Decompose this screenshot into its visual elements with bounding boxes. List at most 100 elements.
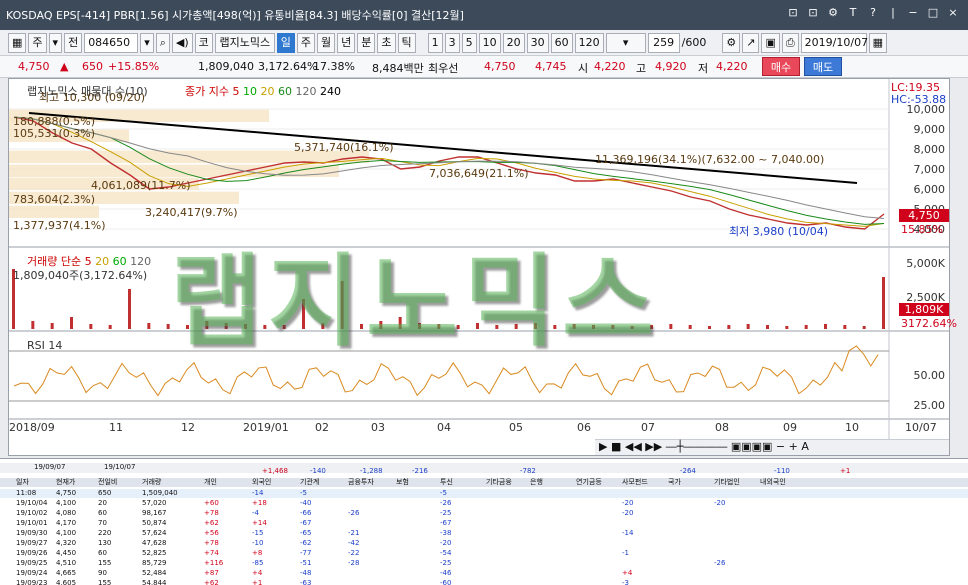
minimize-icon[interactable]: − [906,6,920,20]
minute-5[interactable]: 5 [461,32,477,53]
table-header-cell[interactable]: 기타금융 [486,478,512,487]
volume-tick-label: 5,000K [906,257,945,270]
calendar-icon[interactable]: ▦ [868,32,888,53]
period-tick[interactable]: 틱 [397,32,416,53]
table-cell: -28 [348,559,360,567]
legend-ma5: 종가 지수 5 [185,85,240,98]
print-icon[interactable]: ⎙ [781,32,799,53]
table-header-cell[interactable]: 내외국인 [760,478,786,487]
table-header-cell[interactable]: 투신 [440,478,453,487]
zoom-slider[interactable]: ―┼―――― [666,440,728,453]
market-select[interactable]: 주 [28,32,47,53]
volume-bar [862,326,866,329]
code-dropdown-icon[interactable]: ▾ [140,32,154,53]
table-row[interactable]: 19/09/24 4,665 90 52,484 +87 +4 -48 -46 +4 [0,569,968,578]
table-row[interactable]: 19/09/27 4,320 130 47,628 +78 -10 -62 -42 -20 [0,539,968,548]
table-cell: +78 [204,509,219,517]
table-header-cell[interactable]: 사모펀드 [622,478,648,487]
window-titlebar: KOSDAQ EPS[-414] PBR[1.56] 시가총액[498(억)] … [0,0,968,30]
table-row[interactable]: 19/10/04 4,100 20 57,020 +60 +18 -40 -26 -20 -20 [0,499,968,508]
table-header-cell[interactable]: 전일비 [98,478,117,487]
period-minute[interactable]: 분 [357,32,376,53]
minute-120[interactable]: 120 [574,32,604,53]
grid-icon[interactable]: ▦ [8,32,27,53]
next-icon[interactable]: ▶▶ [645,440,662,453]
link-icon[interactable]: ⊡ [786,6,800,20]
chevron-down-icon[interactable]: ▾ [48,32,63,53]
save-icon[interactable]: ▣ [761,32,780,53]
chart-annotation: 7,036,649(21.1%) [429,167,529,180]
minute-10[interactable]: 10 [478,32,501,53]
current-price: 4,750 [18,60,50,73]
text-icon[interactable]: T [846,6,860,20]
table-cell: -20 [622,499,634,507]
table-header-cell[interactable]: 금융투자 [348,478,374,487]
table-cell: 1,509,040 [142,489,178,497]
settings-icon[interactable]: ⚙ [826,6,840,20]
price-tick-label: 6,000 [914,183,946,196]
minute-3[interactable]: 3 [444,32,460,53]
prev-icon[interactable]: ◀◀ [625,440,642,453]
table-header-cell[interactable]: 기관계 [300,478,319,487]
table-header-cell[interactable]: 보험 [396,478,409,487]
period-year[interactable]: 년 [337,32,356,53]
minute-30[interactable]: 30 [526,32,549,53]
period-day[interactable]: 일 [276,32,295,53]
high-label: 고 [636,62,647,75]
draw-icon[interactable]: ↗ [742,32,760,53]
table-header-cell[interactable]: 연기금등 [576,478,602,487]
jeon-button[interactable]: 전 [64,32,83,53]
period-week[interactable]: 주 [296,32,316,53]
zoom-in-icon[interactable]: + [789,440,798,453]
maximize-icon[interactable]: □ [926,6,940,20]
minute-20[interactable]: 20 [502,32,525,53]
table-header-cell[interactable]: 일자 [16,478,29,487]
zoom-out-icon[interactable]: − [776,440,785,453]
close-icon[interactable]: × [946,6,960,20]
table-header-cell[interactable]: 개인 [204,478,217,487]
table-row[interactable]: 19/09/26 4,450 60 52,825 +74 +8 -77 -22 -54 -1 [0,549,968,558]
chart-annotation: 4,061,089(11.7%) [91,179,191,192]
x-axis-label: 03 [371,421,385,434]
period-second[interactable]: 초 [377,32,396,53]
speaker-icon[interactable]: ◀) [171,32,193,53]
table-row[interactable]: 19/10/02 4,080 60 98,167 +78 -4 -66 -26 -25 -20 [0,509,968,518]
indicator-icon[interactable]: ⚙ [722,32,741,53]
scroll-right-icon[interactable]: ▶ [599,440,607,453]
table-header-cell[interactable]: 현재가 [56,478,75,487]
volume-profile-bar [9,205,99,218]
summary-cell: -782 [520,467,536,475]
table-row[interactable]: 19/09/23 4,605 155 54,844 +62 +1 -63 -60 -3 [0,579,968,585]
layout-icon[interactable]: ▣▣▣▣ [731,440,773,453]
stock-code-input[interactable]: 084650 [84,32,139,53]
custom-interval-select[interactable]: ▾ [605,32,646,53]
period-month[interactable]: 월 [317,32,336,53]
buy-button[interactable]: 매수 [762,57,800,76]
stop-icon[interactable]: ■ [611,440,621,453]
date-input[interactable]: 2019/10/07 [800,32,868,53]
x-axis-label: 06 [577,421,591,434]
table-row[interactable]: 19/09/30 4,100 220 57,624 +56 -15 -65 -21 -38 -14 [0,529,968,538]
minute-60[interactable]: 60 [550,32,573,53]
table-row[interactable]: 19/10/01 4,170 70 50,874 +62 +14 -67 -67 [0,519,968,528]
table-cell: -10 [252,539,264,547]
volume-current: 1,809,040주(3,172.64%) [13,269,148,282]
table-header-cell[interactable]: 외국인 [252,478,271,487]
count-input[interactable]: 259 [647,32,680,53]
link2-icon[interactable]: ⊡ [806,6,820,20]
chart-nav-bar: ▶ ■ ◀◀ ▶▶ ―┼―――― ▣▣▣▣ − + A [595,439,949,455]
chart-annotation: 11,369,196(34.1%)(7,632.00 ~ 7,040.00) [595,153,824,166]
table-cell: -48 [300,569,312,577]
font-icon[interactable]: A [801,440,809,453]
minute-1[interactable]: 1 [427,32,443,53]
table-header-cell[interactable]: 국가 [668,478,681,487]
sell-button[interactable]: 매도 [804,57,842,76]
table-row[interactable]: 19/09/25 4,510 155 85,729 +116 -85 -51 -28 -25 -2… [0,559,968,568]
table-cell: +62 [204,579,219,585]
table-header-cell[interactable]: 거래량 [142,478,161,487]
search-icon[interactable]: ⌕ [155,32,170,53]
table-header-cell[interactable]: 은행 [530,478,543,487]
table-header-cell[interactable]: 기타법인 [714,478,740,487]
table-row[interactable]: 11:08 4,750 650 1,509,040 -14 -5 -5 [0,489,968,498]
help-icon[interactable]: ? [866,6,880,20]
